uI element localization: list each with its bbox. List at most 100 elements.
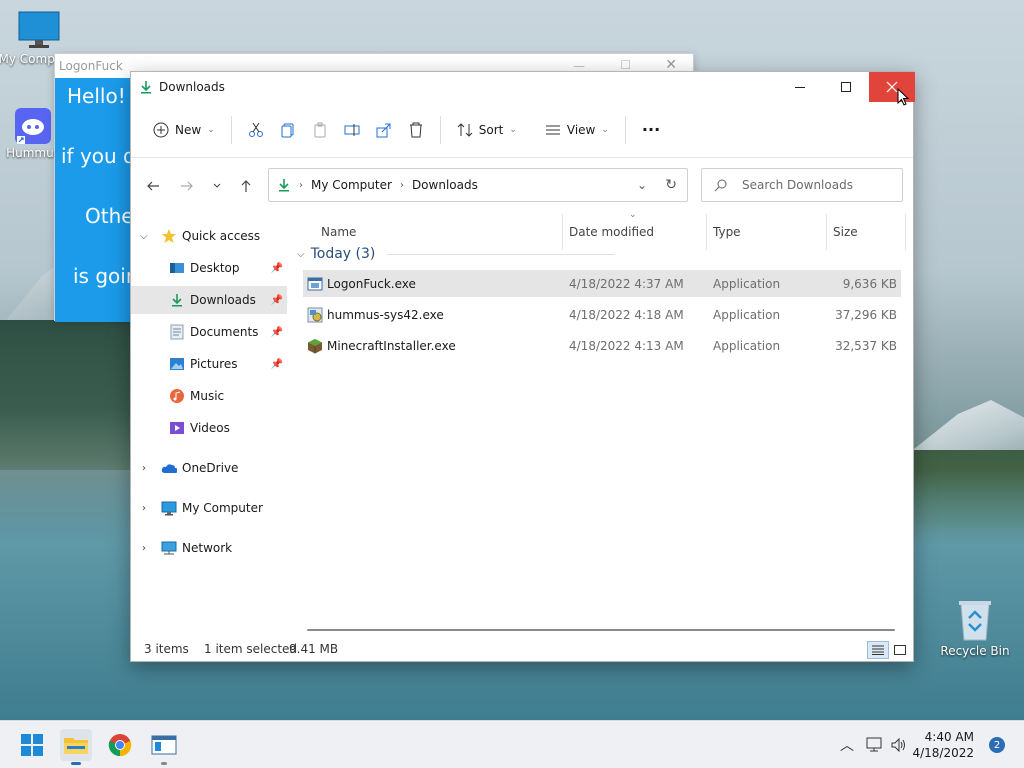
column-divider[interactable]	[826, 214, 827, 250]
sidebar-item-network[interactable]: › Network	[131, 534, 287, 562]
download-arrow-icon	[279, 179, 289, 192]
sidebar-item-downloads[interactable]: Downloads 📌	[131, 286, 287, 314]
maximize-icon[interactable]: ☐	[620, 58, 631, 72]
clock-date: 4/18/2022	[912, 746, 974, 760]
copy-button[interactable]	[272, 114, 304, 146]
column-divider[interactable]	[905, 214, 906, 250]
star-icon	[161, 228, 177, 244]
breadcrumb-my-computer[interactable]: My Computer	[311, 178, 392, 192]
group-header-today[interactable]: ⌵ Today (3)	[297, 246, 616, 262]
sidebar-item-my-computer[interactable]: › My Computer	[131, 494, 287, 522]
search-input[interactable]: Search Downloads	[742, 178, 853, 192]
taskbar-file-explorer[interactable]	[60, 729, 92, 765]
rename-button[interactable]	[336, 114, 368, 146]
desktop-icon-recycle-bin[interactable]: Recycle Bin	[940, 598, 1010, 658]
desktop-icon	[169, 260, 185, 276]
sort-indicator-icon: ⌄	[629, 210, 637, 220]
refresh-icon[interactable]: ↻	[665, 177, 677, 193]
title-bar[interactable]: Downloads	[131, 72, 915, 106]
sidebar-item-onedrive[interactable]: › OneDrive	[131, 454, 287, 482]
system-clock[interactable]: 4:40 AM 4/18/2022	[912, 729, 974, 761]
navigation-pane: ⌵ Quick access Desktop 📌 Downloads 📌 Doc…	[131, 214, 289, 628]
close-button[interactable]	[869, 72, 915, 106]
sidebar-item-quick-access[interactable]: ⌵ Quick access	[131, 222, 287, 250]
copy-icon	[281, 123, 294, 137]
chevron-right-icon[interactable]: ›	[142, 463, 146, 474]
address-bar[interactable]: › My Computer › Downloads ⌄ ↻	[268, 168, 688, 202]
message-line: is goin	[73, 264, 139, 288]
sidebar-item-pictures[interactable]: Pictures 📌	[131, 350, 287, 378]
desktop-icon-hummus[interactable]: Hummus	[6, 108, 60, 160]
file-size: 9,636 KB	[842, 276, 897, 291]
explorer-window[interactable]: Downloads New ⌄ Sort ⌄ View ⌄ ··· › My C…	[130, 71, 915, 662]
maximize-button[interactable]	[823, 72, 869, 102]
selection-count: 1 item selected	[204, 642, 298, 656]
chevron-right-icon[interactable]: ›	[142, 543, 146, 554]
pin-icon[interactable]: 📌	[271, 295, 283, 306]
sidebar-item-label: Videos	[190, 421, 230, 435]
forward-button[interactable]	[177, 176, 197, 196]
sidebar-item-music[interactable]: Music	[131, 382, 287, 410]
table-row[interactable]: MinecraftInstaller.exe 4/18/2022 4:13 AM…	[303, 332, 901, 359]
chevron-up-icon[interactable]: ︿	[840, 735, 854, 755]
pin-icon[interactable]: 📌	[271, 327, 283, 338]
address-history-chevron-icon[interactable]: ⌄	[637, 178, 647, 192]
sidebar-item-label: Network	[182, 541, 233, 555]
chevron-down-icon: ⌵	[297, 248, 305, 260]
picture-icon	[169, 356, 185, 372]
file-date: 4/18/2022 4:13 AM	[569, 338, 684, 353]
sidebar-item-label: Downloads	[190, 293, 256, 307]
table-row[interactable]: LogonFuck.exe 4/18/2022 4:37 AM Applicat…	[303, 270, 901, 297]
network-status-icon[interactable]	[866, 737, 884, 753]
breadcrumb-downloads[interactable]: Downloads	[412, 178, 478, 192]
recent-locations-button[interactable]	[207, 176, 227, 196]
message-line: Othe	[85, 204, 134, 228]
folder-icon	[64, 738, 88, 754]
sidebar-item-desktop[interactable]: Desktop 📌	[131, 254, 287, 282]
taskbar-application[interactable]	[148, 729, 180, 765]
share-button[interactable]	[368, 114, 400, 146]
more-options-button[interactable]: ···	[634, 114, 668, 146]
sort-label: Sort	[478, 122, 504, 137]
new-button[interactable]: New ⌄	[145, 114, 223, 146]
scissors-icon	[248, 122, 263, 137]
pin-icon[interactable]: 📌	[271, 359, 283, 370]
details-view-button[interactable]	[867, 641, 889, 659]
paste-button[interactable]	[304, 114, 336, 146]
message-panel: Hello! Y if you d Othe is goin	[55, 78, 144, 322]
notification-badge[interactable]: 2	[989, 737, 1005, 753]
up-button[interactable]	[236, 176, 256, 196]
column-divider[interactable]	[562, 214, 563, 250]
column-header-size[interactable]: Size	[833, 214, 858, 250]
chevron-right-icon[interactable]: ›	[142, 503, 146, 514]
selection-size: 9.41 MB	[289, 642, 339, 656]
view-button[interactable]: View ⌄	[537, 114, 617, 146]
sidebar-item-documents[interactable]: Documents 📌	[131, 318, 287, 346]
delete-button[interactable]	[400, 114, 432, 146]
chevron-right-icon: ›	[299, 179, 303, 191]
message-line: if you d	[61, 144, 136, 168]
cut-button[interactable]	[240, 114, 272, 146]
file-name: LogonFuck.exe	[327, 276, 416, 291]
sidebar-item-label: Documents	[190, 325, 259, 339]
minimize-button[interactable]	[777, 72, 823, 102]
search-box[interactable]: Search Downloads	[701, 168, 903, 202]
sort-button[interactable]: Sort ⌄	[449, 114, 525, 146]
paste-icon	[314, 122, 326, 137]
large-icons-view-button[interactable]	[889, 641, 911, 659]
column-header-name[interactable]: Name	[321, 214, 356, 250]
chevron-down-icon[interactable]: ⌵	[140, 231, 148, 242]
column-header-type[interactable]: Type	[713, 214, 741, 250]
column-header-date-modified[interactable]: Date modified	[569, 214, 654, 250]
pin-icon[interactable]: 📌	[271, 263, 283, 274]
table-row[interactable]: hummus-sys42.exe 4/18/2022 4:18 AM Appli…	[303, 301, 901, 328]
horizontal-scrollbar[interactable]	[307, 629, 895, 631]
taskbar-chrome[interactable]	[104, 729, 136, 761]
column-divider[interactable]	[706, 214, 707, 250]
sidebar-item-videos[interactable]: Videos	[131, 414, 287, 442]
volume-icon[interactable]	[890, 737, 908, 753]
back-button[interactable]	[143, 176, 163, 196]
running-indicator	[161, 762, 167, 765]
start-button[interactable]	[16, 729, 48, 761]
item-count: 3 items	[144, 642, 189, 656]
